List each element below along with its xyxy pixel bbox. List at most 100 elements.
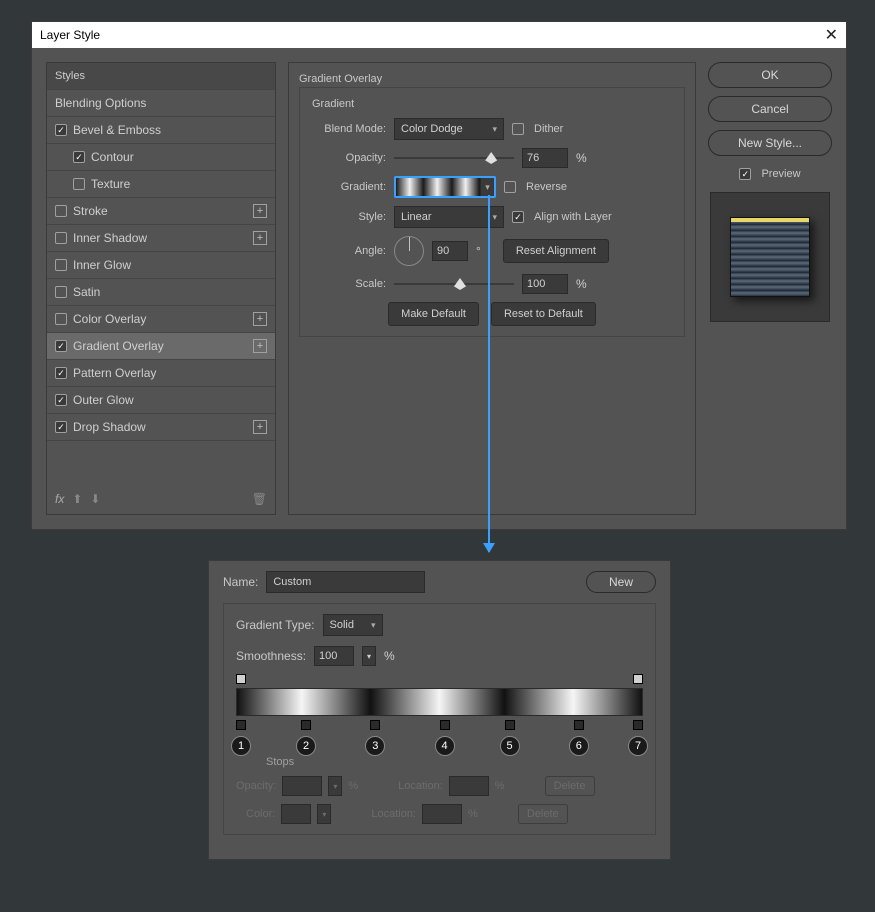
stops-label: Stops <box>266 756 643 768</box>
opacity-slider[interactable] <box>394 157 514 159</box>
align-checkbox[interactable]: ✓ <box>512 211 524 223</box>
gradient-swatch[interactable]: ▾ <box>394 176 496 198</box>
stop-location-label: Location: <box>398 780 443 792</box>
checkbox-icon[interactable] <box>55 286 67 298</box>
new-style-button[interactable]: New Style... <box>708 130 832 156</box>
dither-checkbox[interactable] <box>512 123 524 135</box>
opacity-stop[interactable] <box>633 674 643 684</box>
stop-location-input[interactable] <box>422 804 462 824</box>
blend-mode-select[interactable]: Color Dodge ▾ <box>394 118 504 140</box>
checkbox-icon[interactable] <box>73 178 85 190</box>
checkbox-icon[interactable]: ✓ <box>73 151 85 163</box>
checkbox-icon[interactable]: ✓ <box>55 124 67 136</box>
chevron-down-icon[interactable]: ▾ <box>362 646 376 666</box>
plus-icon[interactable]: + <box>253 204 267 218</box>
opacity-input[interactable]: 76 <box>522 148 568 168</box>
stop-color-label: Color: <box>246 808 275 820</box>
smoothness-input[interactable]: 100 <box>314 646 354 666</box>
gradient-type-label: Gradient Type: <box>236 618 315 632</box>
sidebar-item-stroke[interactable]: Stroke+ <box>47 198 275 225</box>
preview-checkbox[interactable]: ✓ <box>739 168 751 180</box>
stop-badge: 2 <box>296 736 316 756</box>
scale-slider[interactable] <box>394 283 514 285</box>
sidebar-item-outer-glow[interactable]: ✓Outer Glow <box>47 387 275 414</box>
chevron-down-icon[interactable]: ▾ <box>317 804 331 824</box>
stop-badge: 5 <box>500 736 520 756</box>
arrow-down-icon[interactable]: ⬇ <box>90 492 100 506</box>
reset-alignment-button[interactable]: Reset Alignment <box>503 239 609 263</box>
close-icon[interactable]: ✕ <box>825 25 838 45</box>
plus-icon[interactable]: + <box>253 312 267 326</box>
plus-icon[interactable]: + <box>253 420 267 434</box>
stop-badge: 4 <box>435 736 455 756</box>
cancel-button[interactable]: Cancel <box>708 96 832 122</box>
sidebar-item-bevel-emboss[interactable]: ✓Bevel & Emboss <box>47 117 275 144</box>
sidebar-item-color-overlay[interactable]: Color Overlay+ <box>47 306 275 333</box>
checkbox-icon[interactable] <box>55 259 67 271</box>
sidebar-item-gradient-overlay[interactable]: ✓Gradient Overlay+ <box>47 333 275 360</box>
gradient-editor-panel: Name: Custom New Gradient Type: Solid ▾ … <box>208 560 671 860</box>
color-stop[interactable] <box>236 720 246 730</box>
sidebar-item-blending-options[interactable]: Blending Options <box>47 90 275 117</box>
angle-dial[interactable] <box>394 236 424 266</box>
plus-icon[interactable]: + <box>253 231 267 245</box>
sidebar-item-inner-glow[interactable]: Inner Glow <box>47 252 275 279</box>
checkbox-icon[interactable]: ✓ <box>55 394 67 406</box>
stop-badge: 3 <box>365 736 385 756</box>
reset-default-button[interactable]: Reset to Default <box>491 302 596 326</box>
opacity-stop[interactable] <box>236 674 246 684</box>
stop-badge: 7 <box>628 736 648 756</box>
delete-stop-button[interactable]: Delete <box>518 804 568 824</box>
blend-mode-label: Blend Mode: <box>312 123 386 135</box>
new-gradient-button[interactable]: New <box>586 571 656 593</box>
angle-label: Angle: <box>312 245 386 257</box>
checkbox-icon[interactable]: ✓ <box>55 340 67 352</box>
stop-color-swatch[interactable] <box>281 804 311 824</box>
plus-icon[interactable]: + <box>253 339 267 353</box>
gradient-type-select[interactable]: Solid ▾ <box>323 614 383 636</box>
chevron-down-icon[interactable]: ▾ <box>328 776 342 796</box>
checkbox-icon[interactable]: ✓ <box>55 421 67 433</box>
scale-input[interactable]: 100 <box>522 274 568 294</box>
color-stop[interactable] <box>505 720 515 730</box>
sidebar-item-inner-shadow[interactable]: Inner Shadow+ <box>47 225 275 252</box>
opacity-label: Opacity: <box>312 152 386 164</box>
chevron-down-icon[interactable]: ▾ <box>480 178 494 196</box>
fx-icon[interactable]: fx <box>55 492 64 506</box>
color-stop[interactable] <box>633 720 643 730</box>
reverse-checkbox[interactable] <box>504 181 516 193</box>
checkbox-icon[interactable]: ✓ <box>55 367 67 379</box>
sidebar-item-drop-shadow[interactable]: ✓Drop Shadow+ <box>47 414 275 441</box>
color-stop[interactable] <box>301 720 311 730</box>
color-stop[interactable] <box>370 720 380 730</box>
chevron-down-icon: ▾ <box>492 124 497 135</box>
stop-opacity-input[interactable] <box>282 776 322 796</box>
stop-location-input[interactable] <box>449 776 489 796</box>
gradient-bar[interactable]: 1 2 3 4 5 6 7 <box>236 688 643 716</box>
sidebar-item-pattern-overlay[interactable]: ✓Pattern Overlay <box>47 360 275 387</box>
angle-input[interactable]: 90 <box>432 241 468 261</box>
color-stop[interactable] <box>574 720 584 730</box>
sidebar-item-contour[interactable]: ✓Contour <box>47 144 275 171</box>
stop-location-label: Location: <box>371 808 416 820</box>
arrow-up-icon[interactable]: ⬆ <box>72 492 82 506</box>
ok-button[interactable]: OK <box>708 62 832 88</box>
chevron-down-icon: ▾ <box>492 212 497 223</box>
checkbox-icon[interactable] <box>55 205 67 217</box>
checkbox-icon[interactable] <box>55 232 67 244</box>
sidebar-item-texture[interactable]: Texture <box>47 171 275 198</box>
delete-stop-button[interactable]: Delete <box>545 776 595 796</box>
sidebar-item-satin[interactable]: Satin <box>47 279 275 306</box>
preview-thumbnail <box>710 192 830 322</box>
styles-header: Styles <box>47 63 275 90</box>
scale-label: Scale: <box>312 278 386 290</box>
make-default-button[interactable]: Make Default <box>388 302 479 326</box>
checkbox-icon[interactable] <box>55 313 67 325</box>
gradient-name-input[interactable]: Custom <box>266 571 425 593</box>
trash-icon[interactable]: 🗑 <box>252 492 267 506</box>
gradient-overlay-panel: Gradient Overlay Gradient Blend Mode: Co… <box>288 62 696 515</box>
sub-group-title: Gradient <box>312 98 672 110</box>
color-stop[interactable] <box>440 720 450 730</box>
titlebar: Layer Style ✕ <box>32 22 846 48</box>
stop-badge: 1 <box>231 736 251 756</box>
